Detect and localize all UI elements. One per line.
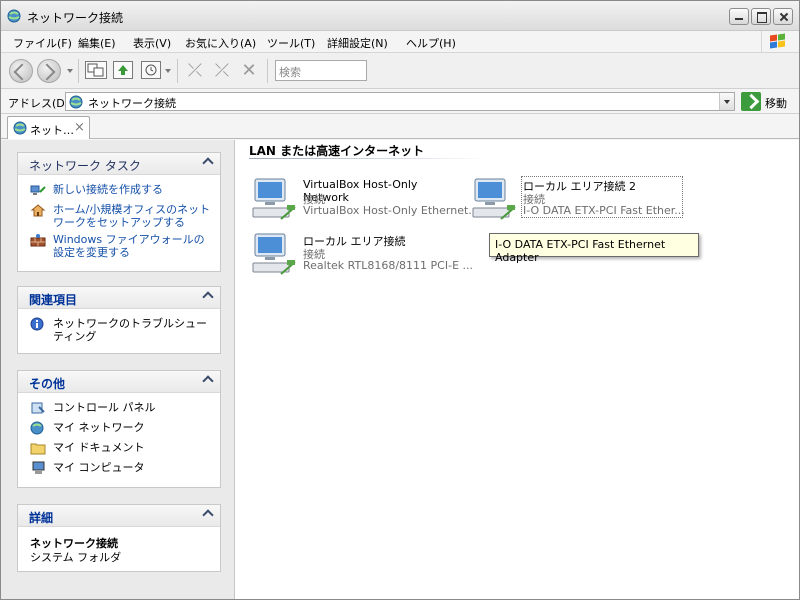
my-network-icon [30,421,44,435]
views-icon[interactable] [141,61,161,79]
details-type: システム フォルダ [30,551,122,564]
menu-help[interactable]: ヘルプ(H) [406,35,456,51]
task-pane: ネットワーク タスク 新しい接続を作成する ホーム/小規模オフィスのネットワーク… [1,140,235,599]
search-input[interactable]: 検索 [275,60,367,81]
other-places-header[interactable]: その他 [18,371,220,393]
forward-arrow-icon[interactable] [37,59,61,83]
network-connections-icon [7,9,21,23]
address-field[interactable]: ネットワーク接続 [65,92,735,111]
close-button[interactable] [773,8,793,25]
menu-view[interactable]: 表示(V) [133,35,171,51]
network-tasks-header[interactable]: ネットワーク タスク [18,153,220,175]
menu-edit[interactable]: 編集(E) [78,35,116,51]
connection-device: Realtek RTL8168/8111 PCI-E ... [303,259,474,272]
menu-tools[interactable]: ツール(T) [267,35,315,51]
computer-icon [32,461,45,474]
explorer-window: ネットワーク接続 ファイル(F) 編集(E) 表示(V) お気に入り(A) ツー… [0,0,800,600]
device-tooltip: I-O DATA ETX-PCI Fast Ethernet Adapter [489,233,699,264]
network-connection-icon [252,178,296,220]
connection-device: I-O DATA ETX-PCI Fast Ether... [523,204,685,217]
connection-item-selected[interactable]: ローカル エリア接続 2 接続 I-O DATA ETX-PCI Fast Et… [471,176,685,223]
related-header[interactable]: 関連項目 [18,287,220,309]
group-header: LAN または高速インターネット [249,144,425,158]
task-label: コントロール パネル [53,401,156,414]
folders-icon[interactable] [85,61,107,79]
network-tasks-panel: ネットワーク タスク 新しい接続を作成する ホーム/小規模オフィスのネットワーク… [17,152,221,272]
tab-close-icon[interactable]: × [74,120,85,135]
task-label: ホーム/小規模オフィスのネットワークをセットアップする [53,203,211,229]
network-connection-icon [252,233,296,275]
other-places-panel: その他 コントロール パネル マイ ネットワーク マイ ドキュメント マイ コン… [17,370,221,488]
new-connection-icon [30,185,46,195]
collapse-chevron-icon[interactable] [202,291,214,303]
content-area: LAN または高速インターネット VirtualBox Host-Only Ne… [235,140,799,599]
address-label: アドレス(D) [8,97,70,110]
title-bar[interactable]: ネットワーク接続 [1,1,799,31]
task-label: ネットワークのトラブルシューティング [53,317,207,343]
copy-to-icon[interactable]: ⤫ [211,61,233,81]
task-label: Windows ファイアウォールの設定を変更する [53,233,205,259]
delete-icon[interactable]: ✕ [238,61,260,81]
tab-label: ネット… [30,124,74,137]
history-dropdown-icon[interactable] [67,69,73,73]
minimize-button[interactable] [729,8,749,25]
menu-favorites[interactable]: お気に入り(A) [185,35,256,51]
toolbar-separator [78,59,79,83]
maximize-button[interactable] [751,8,771,25]
windows-logo-icon [761,31,791,53]
task-label: マイ ドキュメント [53,441,145,454]
connection-device: VirtualBox Host-Only Ethernet... [303,204,479,217]
info-icon [30,317,44,331]
menu-bar: ファイル(F) 編集(E) 表示(V) お気に入り(A) ツール(T) 詳細設定… [1,31,799,53]
connection-name: VirtualBox Host-Only Network [303,178,418,204]
group-divider [249,158,489,159]
task-label: マイ コンピュータ [53,461,145,474]
up-folder-icon[interactable] [113,61,133,79]
toolbar: ⤫ ⤫ ✕ 検索 [1,53,799,89]
menu-advanced[interactable]: 詳細設定(N) [327,35,388,51]
connection-item[interactable]: ローカル エリア接続 接続 Realtek RTL8168/8111 PCI-E… [251,232,473,278]
related-title: 関連項目 [29,293,78,307]
control-panel-icon [31,402,45,414]
go-arrow-icon[interactable] [741,92,761,111]
network-connections-icon [13,121,27,135]
firewall-icon [30,234,46,247]
network-connections-icon [69,95,83,109]
network-tasks-title: ネットワーク タスク [29,159,141,173]
address-bar: アドレス(D) ネットワーク接続 移動 [1,89,799,114]
details-title: 詳細 [29,511,54,525]
home-network-icon [30,204,46,217]
related-panel: 関連項目 ネットワークのトラブルシューティング [17,286,221,354]
folder-icon [30,443,46,455]
window-title: ネットワーク接続 [27,11,124,25]
go-button[interactable]: 移動 [765,95,787,111]
toolbar-separator [177,59,178,83]
collapse-chevron-icon[interactable] [202,157,214,169]
menu-file[interactable]: ファイル(F) [13,35,72,51]
collapse-chevron-icon[interactable] [202,509,214,521]
collapse-chevron-icon[interactable] [202,375,214,387]
details-header[interactable]: 詳細 [18,505,220,527]
task-label: マイ ネットワーク [53,421,145,434]
address-value: ネットワーク接続 [88,97,176,110]
views-dropdown-icon[interactable] [165,69,171,73]
tab-network-connections[interactable]: ネット… × [7,116,90,139]
back-arrow-icon[interactable] [9,59,33,83]
network-connection-icon [472,178,516,220]
address-dropdown-icon[interactable] [719,93,734,110]
task-label: 新しい接続を作成する [53,183,163,196]
other-places-title: その他 [29,377,66,391]
toolbar-separator [267,59,268,83]
details-panel: 詳細 ネットワーク接続 システム フォルダ [17,504,221,572]
move-to-icon[interactable]: ⤫ [184,61,206,81]
tab-strip: ネット… × [1,114,799,139]
connection-item[interactable]: VirtualBox Host-Only Network 接続 VirtualB… [251,177,479,223]
